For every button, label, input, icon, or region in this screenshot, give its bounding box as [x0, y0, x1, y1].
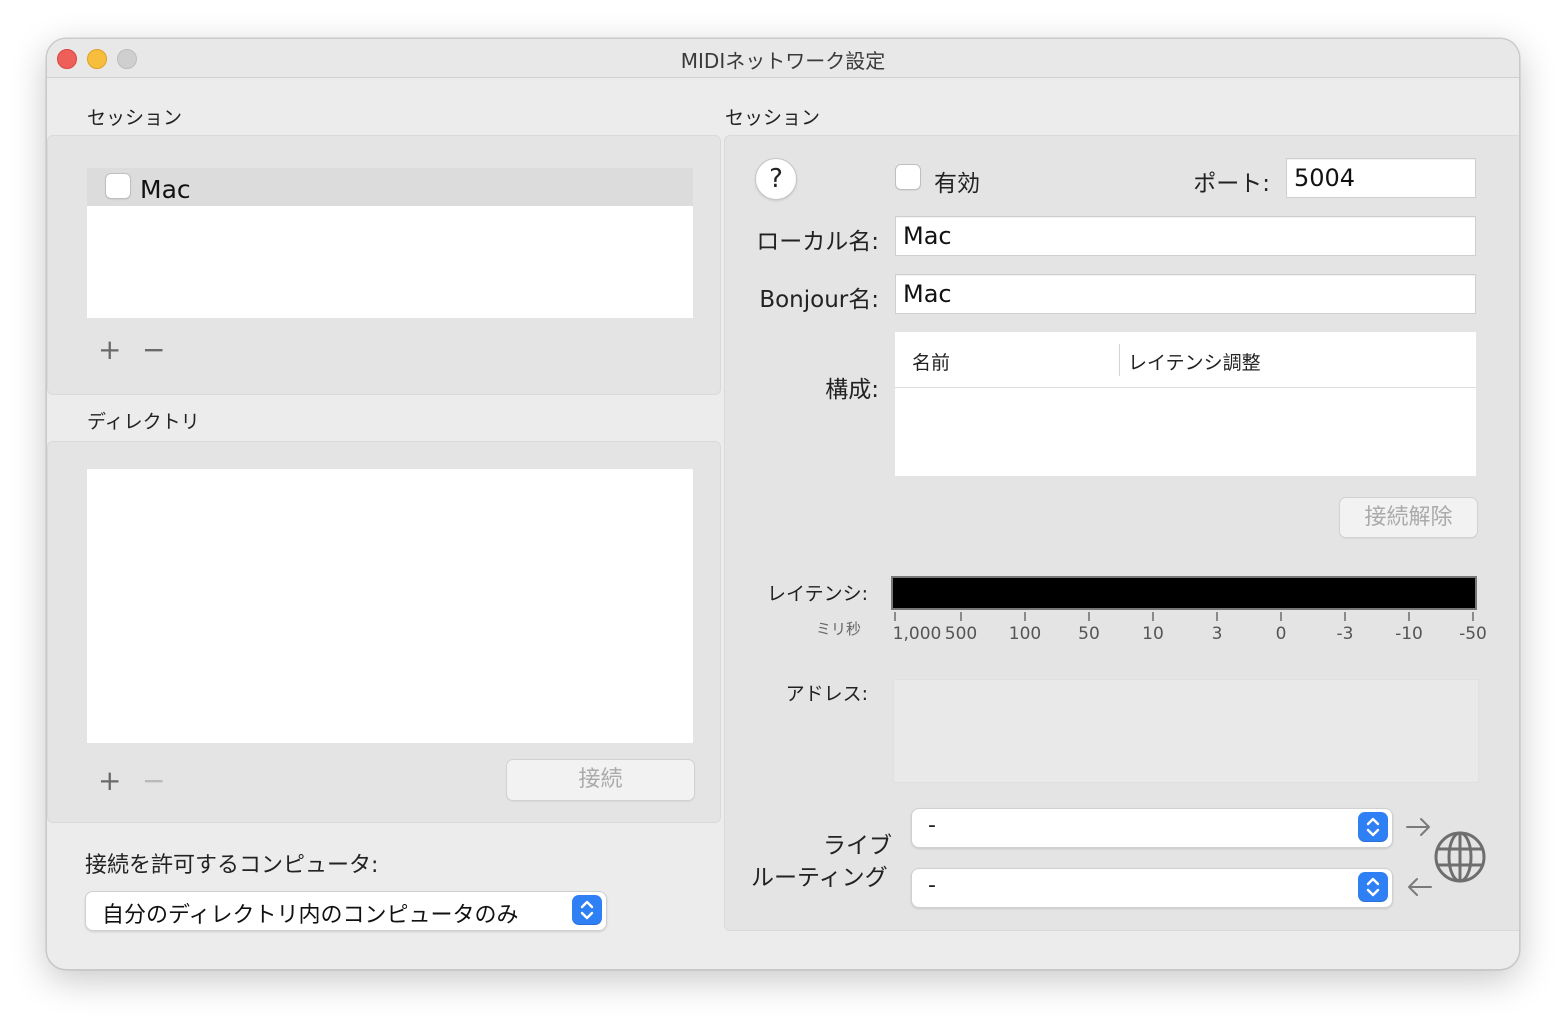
allow-connections-popup[interactable]: 自分のディレクトリ内のコンピュータのみ — [85, 891, 607, 931]
directory-list[interactable] — [87, 469, 693, 743]
latency-tick — [1088, 612, 1090, 621]
allow-connections-label: 接続を許可するコンピュータ: — [85, 853, 379, 878]
latency-tick-label: -50 — [1459, 624, 1487, 644]
latency-tick-label: 3 — [1211, 624, 1223, 644]
latency-tick — [1024, 612, 1026, 621]
remove-session-button[interactable]: − — [142, 336, 165, 364]
connect-button[interactable]: 接続 — [506, 759, 695, 801]
address-label: アドレス: — [785, 683, 868, 705]
arrow-left-icon — [1405, 876, 1433, 902]
globe-icon — [1433, 830, 1487, 888]
latency-scale: 1,000 500 100 50 10 3 0 -3 -10 -50 — [725, 136, 1519, 656]
latency-tick — [1280, 612, 1282, 621]
allow-connections-value: 自分のディレクトリ内のコンピュータのみ — [102, 903, 519, 928]
latency-tick-label: -10 — [1395, 624, 1423, 644]
latency-tick-label: 10 — [1142, 624, 1164, 644]
latency-tick — [1216, 612, 1218, 621]
session-enable-checkbox[interactable] — [105, 173, 131, 199]
live-routing-label-line1: ライブ — [823, 833, 892, 859]
latency-tick-label: -3 — [1336, 624, 1354, 644]
routing-in-stepper-icon — [1358, 812, 1388, 842]
latency-tick — [1408, 612, 1410, 621]
arrow-right-icon — [1405, 816, 1433, 842]
session-list[interactable]: Mac — [87, 168, 693, 318]
routing-in-value: - — [928, 813, 936, 838]
remove-directory-button[interactable]: − — [142, 767, 165, 795]
title-bar: MIDIネットワーク設定 — [47, 39, 1519, 78]
session-detail-group: ? 有効 ポート: 5004 ローカル名: Mac Bonjour名: Mac … — [724, 135, 1519, 931]
session-name: Mac — [140, 175, 191, 204]
routing-out-stepper-icon — [1358, 872, 1388, 902]
latency-tick — [1472, 612, 1474, 621]
window-title: MIDIネットワーク設定 — [680, 49, 886, 73]
directory-group: + − 接続 — [47, 441, 721, 823]
directory-label: ディレクトリ — [87, 411, 200, 433]
latency-tick-label: 0 — [1275, 624, 1287, 644]
session-detail-label: セッション — [725, 107, 821, 129]
my-sessions-label: セッション — [87, 107, 183, 129]
routing-out-popup[interactable]: - — [911, 868, 1393, 908]
my-sessions-group: Mac + − — [47, 135, 721, 395]
latency-tick-label: 50 — [1078, 624, 1100, 644]
latency-tick-label: 500 — [944, 624, 978, 644]
address-box — [893, 679, 1479, 783]
session-row-mac[interactable]: Mac — [87, 168, 693, 206]
latency-tick-label: 1,000 — [892, 624, 942, 644]
latency-tick — [1344, 612, 1346, 621]
latency-tick — [1152, 612, 1154, 621]
add-session-button[interactable]: + — [98, 336, 121, 364]
latency-tick — [960, 612, 962, 621]
add-directory-button[interactable]: + — [98, 767, 121, 795]
midi-network-window: MIDIネットワーク設定 セッション Mac + − ディレクトリ + − 接続… — [46, 38, 1520, 970]
live-routing-label-line2: ルーティング — [751, 865, 888, 891]
routing-out-value: - — [928, 873, 936, 898]
latency-tick — [894, 612, 896, 621]
latency-tick-label: 100 — [1008, 624, 1042, 644]
routing-in-popup[interactable]: - — [911, 808, 1393, 848]
allow-stepper-icon — [572, 895, 602, 925]
